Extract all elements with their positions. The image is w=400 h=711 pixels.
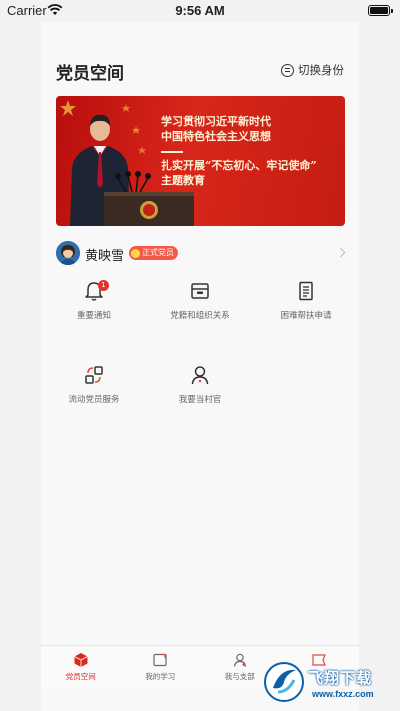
party-emblem-icon: [131, 248, 140, 258]
tab-my-study[interactable]: 我的学习: [121, 652, 201, 682]
clock: 9:56 AM: [175, 3, 225, 18]
tab-label: 党员空间: [65, 672, 96, 681]
grid-item-label: 我要当村官: [178, 395, 222, 405]
document-icon: [299, 281, 313, 301]
banner-slogan: 学习贯彻习近平新时代 中国特色社会主义思想 扎实开展“不忘初心、牢记使命” 主题…: [161, 114, 341, 188]
user-name: 黄映雪: [85, 249, 125, 264]
member-icon: [233, 653, 246, 667]
status-bar: Carrier 9:56 AM: [0, 0, 400, 22]
banner[interactable]: 学习贯彻习近平新时代 中国特色社会主义思想 扎实开展“不忘初心、牢记使命” 主题…: [56, 96, 345, 226]
tab-party-member-space[interactable]: 党员空间: [41, 652, 121, 682]
person-pin-icon: [191, 366, 209, 385]
grid-item-village-official[interactable]: 我要当村官: [147, 364, 253, 424]
grid-item-hardship-aid[interactable]: 困难帮扶申请: [253, 280, 359, 340]
grid-item-label: 流动党员服务: [68, 395, 120, 405]
app-screen: 党员空间 切换身份 学习贯彻习近平新时代 中国特色社会主义思想 扎实开展“不忘初…: [41, 22, 359, 711]
page-title: 党员空间: [56, 64, 124, 84]
chevron-right-icon: [335, 247, 346, 258]
banner-line-4: 主题教育: [161, 173, 205, 187]
header: 党员空间 切换身份: [41, 22, 359, 94]
status-badge-label: 正式党员: [142, 248, 174, 257]
cube-icon: [74, 653, 88, 667]
grid-item-notices[interactable]: 1 重要通知: [41, 280, 147, 340]
tab-label: 我的学习: [145, 672, 176, 681]
banner-line-1: 学习贯彻习近平新时代: [161, 115, 271, 128]
user-profile-row[interactable]: 黄映雪 正式党员: [41, 234, 359, 274]
grid-item-label: 党籍和组织关系: [170, 311, 230, 321]
archive-box-icon: [191, 283, 209, 299]
grid-item-label: 困难帮扶申请: [280, 311, 332, 321]
battery-icon: [368, 5, 393, 16]
avatar: [56, 241, 80, 265]
watermark-brand: 飞翔下载: [308, 669, 373, 687]
grid-item-mobile-member-service[interactable]: 流动党员服务: [41, 364, 147, 424]
banner-line-2: 中国特色社会主义思想: [161, 130, 271, 143]
grid-item-label: 重要通知: [76, 311, 111, 321]
switch-identity-label: 切换身份: [298, 63, 344, 77]
notification-count-badge: 1: [98, 280, 109, 291]
transfer-icon: [85, 366, 103, 384]
watermark-domain: www.fxxz.com: [312, 689, 374, 699]
banner-line-3: 扎实开展“不忘初心、牢记使命”: [161, 158, 317, 172]
banner-divider: [161, 151, 183, 153]
grid-item-membership[interactable]: 党籍和组织关系: [147, 280, 253, 340]
swap-icon: [281, 63, 294, 77]
switch-identity-button[interactable]: 切换身份: [281, 62, 344, 78]
study-icon: [153, 653, 167, 667]
status-badge: 正式党员: [129, 246, 178, 260]
